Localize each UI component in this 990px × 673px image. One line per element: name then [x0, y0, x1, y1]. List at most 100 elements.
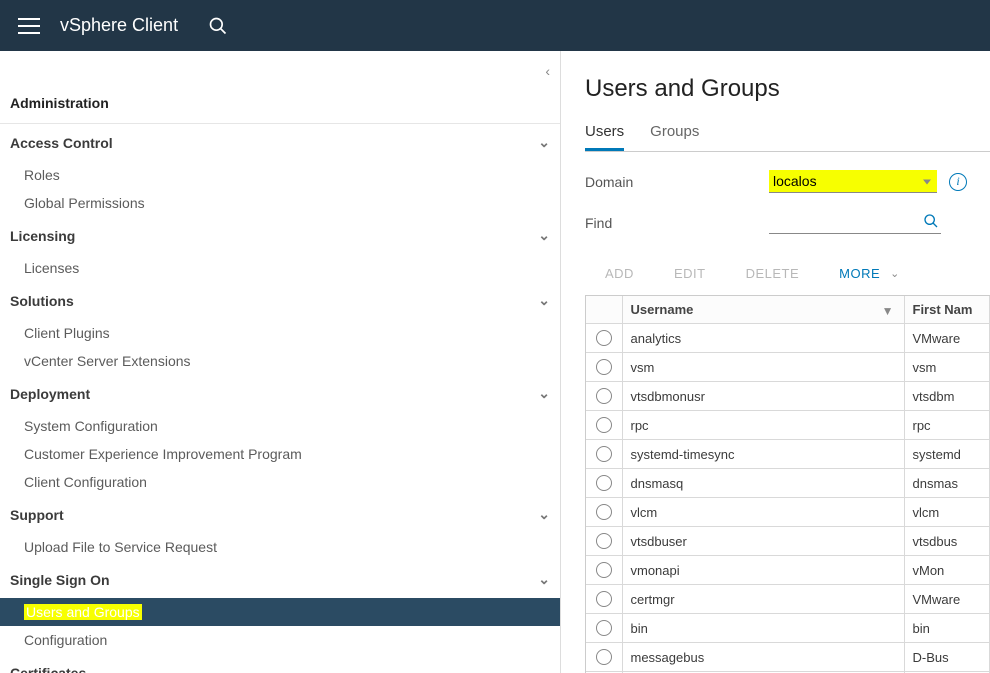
chevron-down-icon: ⌄: [538, 664, 550, 673]
more-button[interactable]: MORE ⌄: [839, 266, 900, 281]
table-row[interactable]: systemd-timesyncsystemd: [586, 440, 990, 469]
nav-leaf-licenses[interactable]: Licenses: [0, 254, 560, 282]
page-title: Users and Groups: [585, 75, 990, 103]
chevron-down-icon: ⌄: [538, 506, 550, 523]
username-cell: bin: [622, 614, 904, 643]
table-row[interactable]: dnsmasqdnsmas: [586, 469, 990, 498]
more-label: MORE: [839, 266, 880, 281]
nav-section-licensing[interactable]: Licensing ⌄: [0, 217, 560, 254]
first-name-cell: vsm: [904, 353, 990, 382]
chevron-down-icon: ⌄: [890, 267, 900, 280]
chevron-down-icon: ⌄: [538, 292, 550, 309]
add-button[interactable]: ADD: [605, 266, 634, 281]
row-radio[interactable]: [586, 498, 622, 527]
nav-leaf-roles[interactable]: Roles: [0, 161, 560, 189]
nav-leaf-client-config[interactable]: Client Configuration: [0, 468, 560, 496]
action-row: ADD EDIT DELETE MORE ⌄: [585, 252, 990, 295]
first-name-cell: D-Bus: [904, 643, 990, 672]
users-table: Username ▼ First Nam analyticsVMwarevsmv…: [585, 295, 990, 673]
tab-users[interactable]: Users: [585, 123, 624, 151]
nav-leaf-upload-sr[interactable]: Upload File to Service Request: [0, 533, 560, 561]
chevron-down-icon: ⌄: [538, 134, 550, 151]
table-row[interactable]: messagebusD-Bus: [586, 643, 990, 672]
top-bar: vSphere Client: [0, 0, 990, 51]
row-radio[interactable]: [586, 353, 622, 382]
nav-section-label: Support: [10, 507, 64, 523]
table-row[interactable]: analyticsVMware: [586, 324, 990, 353]
nav-section-label: Certificates: [10, 665, 86, 673]
row-radio[interactable]: [586, 411, 622, 440]
nav-leaf-system-config[interactable]: System Configuration: [0, 412, 560, 440]
search-icon[interactable]: [923, 213, 939, 229]
row-radio[interactable]: [586, 585, 622, 614]
main-content: Users and Groups Users Groups Domain i F…: [561, 51, 990, 673]
table-row[interactable]: rpcrpc: [586, 411, 990, 440]
first-name-cell: VMware: [904, 324, 990, 353]
nav-leaf-vcenter-extensions[interactable]: vCenter Server Extensions: [0, 347, 560, 375]
domain-label: Domain: [585, 174, 755, 190]
nav-section-label: Solutions: [10, 293, 74, 309]
row-radio[interactable]: [586, 382, 622, 411]
chevron-down-icon: ⌄: [538, 227, 550, 244]
table-row[interactable]: vsmvsm: [586, 353, 990, 382]
domain-row: Domain i: [585, 170, 990, 193]
delete-button[interactable]: DELETE: [746, 266, 800, 281]
info-icon[interactable]: i: [949, 173, 967, 191]
row-radio[interactable]: [586, 440, 622, 469]
nav-section-support[interactable]: Support ⌄: [0, 496, 560, 533]
nav-section-deployment[interactable]: Deployment ⌄: [0, 375, 560, 412]
nav-leaf-sso-config[interactable]: Configuration: [0, 626, 560, 654]
table-row[interactable]: certmgrVMware: [586, 585, 990, 614]
tab-groups[interactable]: Groups: [650, 123, 699, 151]
first-name-cell: systemd: [904, 440, 990, 469]
nav-section-label: Deployment: [10, 386, 90, 402]
first-name-column-header[interactable]: First Nam: [904, 296, 990, 324]
nav-leaf-ceip[interactable]: Customer Experience Improvement Program: [0, 440, 560, 468]
nav-section-label: Access Control: [10, 135, 113, 151]
nav-section-certificates[interactable]: Certificates ⌄: [0, 654, 560, 673]
username-cell: vtsdbmonusr: [622, 382, 904, 411]
domain-select[interactable]: [769, 170, 937, 193]
nav-section-access-control[interactable]: Access Control ⌄: [0, 124, 560, 161]
username-cell: dnsmasq: [622, 469, 904, 498]
row-radio[interactable]: [586, 556, 622, 585]
first-name-cell: vlcm: [904, 498, 990, 527]
first-name-cell: bin: [904, 614, 990, 643]
row-radio[interactable]: [586, 614, 622, 643]
sidebar-collapse-icon[interactable]: ‹: [545, 63, 550, 79]
nav-leaf-users-and-groups[interactable]: Users and Groups: [0, 598, 560, 626]
username-cell: vtsdbuser: [622, 527, 904, 556]
table-row[interactable]: vtsdbmonusrvtsdbm: [586, 382, 990, 411]
username-cell: analytics: [622, 324, 904, 353]
first-name-cell: vtsdbus: [904, 527, 990, 556]
find-label: Find: [585, 215, 755, 231]
row-radio[interactable]: [586, 324, 622, 353]
filter-icon[interactable]: ▼: [882, 304, 894, 318]
nav-leaf-global-permissions[interactable]: Global Permissions: [0, 189, 560, 217]
nav-section-solutions[interactable]: Solutions ⌄: [0, 282, 560, 319]
search-icon[interactable]: [208, 16, 228, 36]
select-column-header: [586, 296, 622, 324]
username-cell: messagebus: [622, 643, 904, 672]
find-input[interactable]: [769, 211, 941, 234]
sidebar: ‹ Administration Access Control ⌄ Roles …: [0, 51, 561, 673]
first-name-cell: dnsmas: [904, 469, 990, 498]
menu-hamburger-icon[interactable]: [18, 18, 40, 34]
table-row[interactable]: binbin: [586, 614, 990, 643]
table-row[interactable]: vtsdbuservtsdbus: [586, 527, 990, 556]
username-cell: vmonapi: [622, 556, 904, 585]
tabs: Users Groups: [585, 123, 990, 152]
username-column-header[interactable]: Username ▼: [622, 296, 904, 324]
table-row[interactable]: vmonapivMon: [586, 556, 990, 585]
username-cell: rpc: [622, 411, 904, 440]
column-label: Username: [631, 302, 694, 317]
row-radio[interactable]: [586, 527, 622, 556]
nav-section-sso[interactable]: Single Sign On ⌄: [0, 561, 560, 598]
row-radio[interactable]: [586, 469, 622, 498]
nav-leaf-client-plugins[interactable]: Client Plugins: [0, 319, 560, 347]
chevron-down-icon: ⌄: [538, 571, 550, 588]
edit-button[interactable]: EDIT: [674, 266, 706, 281]
row-radio[interactable]: [586, 643, 622, 672]
table-row[interactable]: vlcmvlcm: [586, 498, 990, 527]
first-name-cell: rpc: [904, 411, 990, 440]
